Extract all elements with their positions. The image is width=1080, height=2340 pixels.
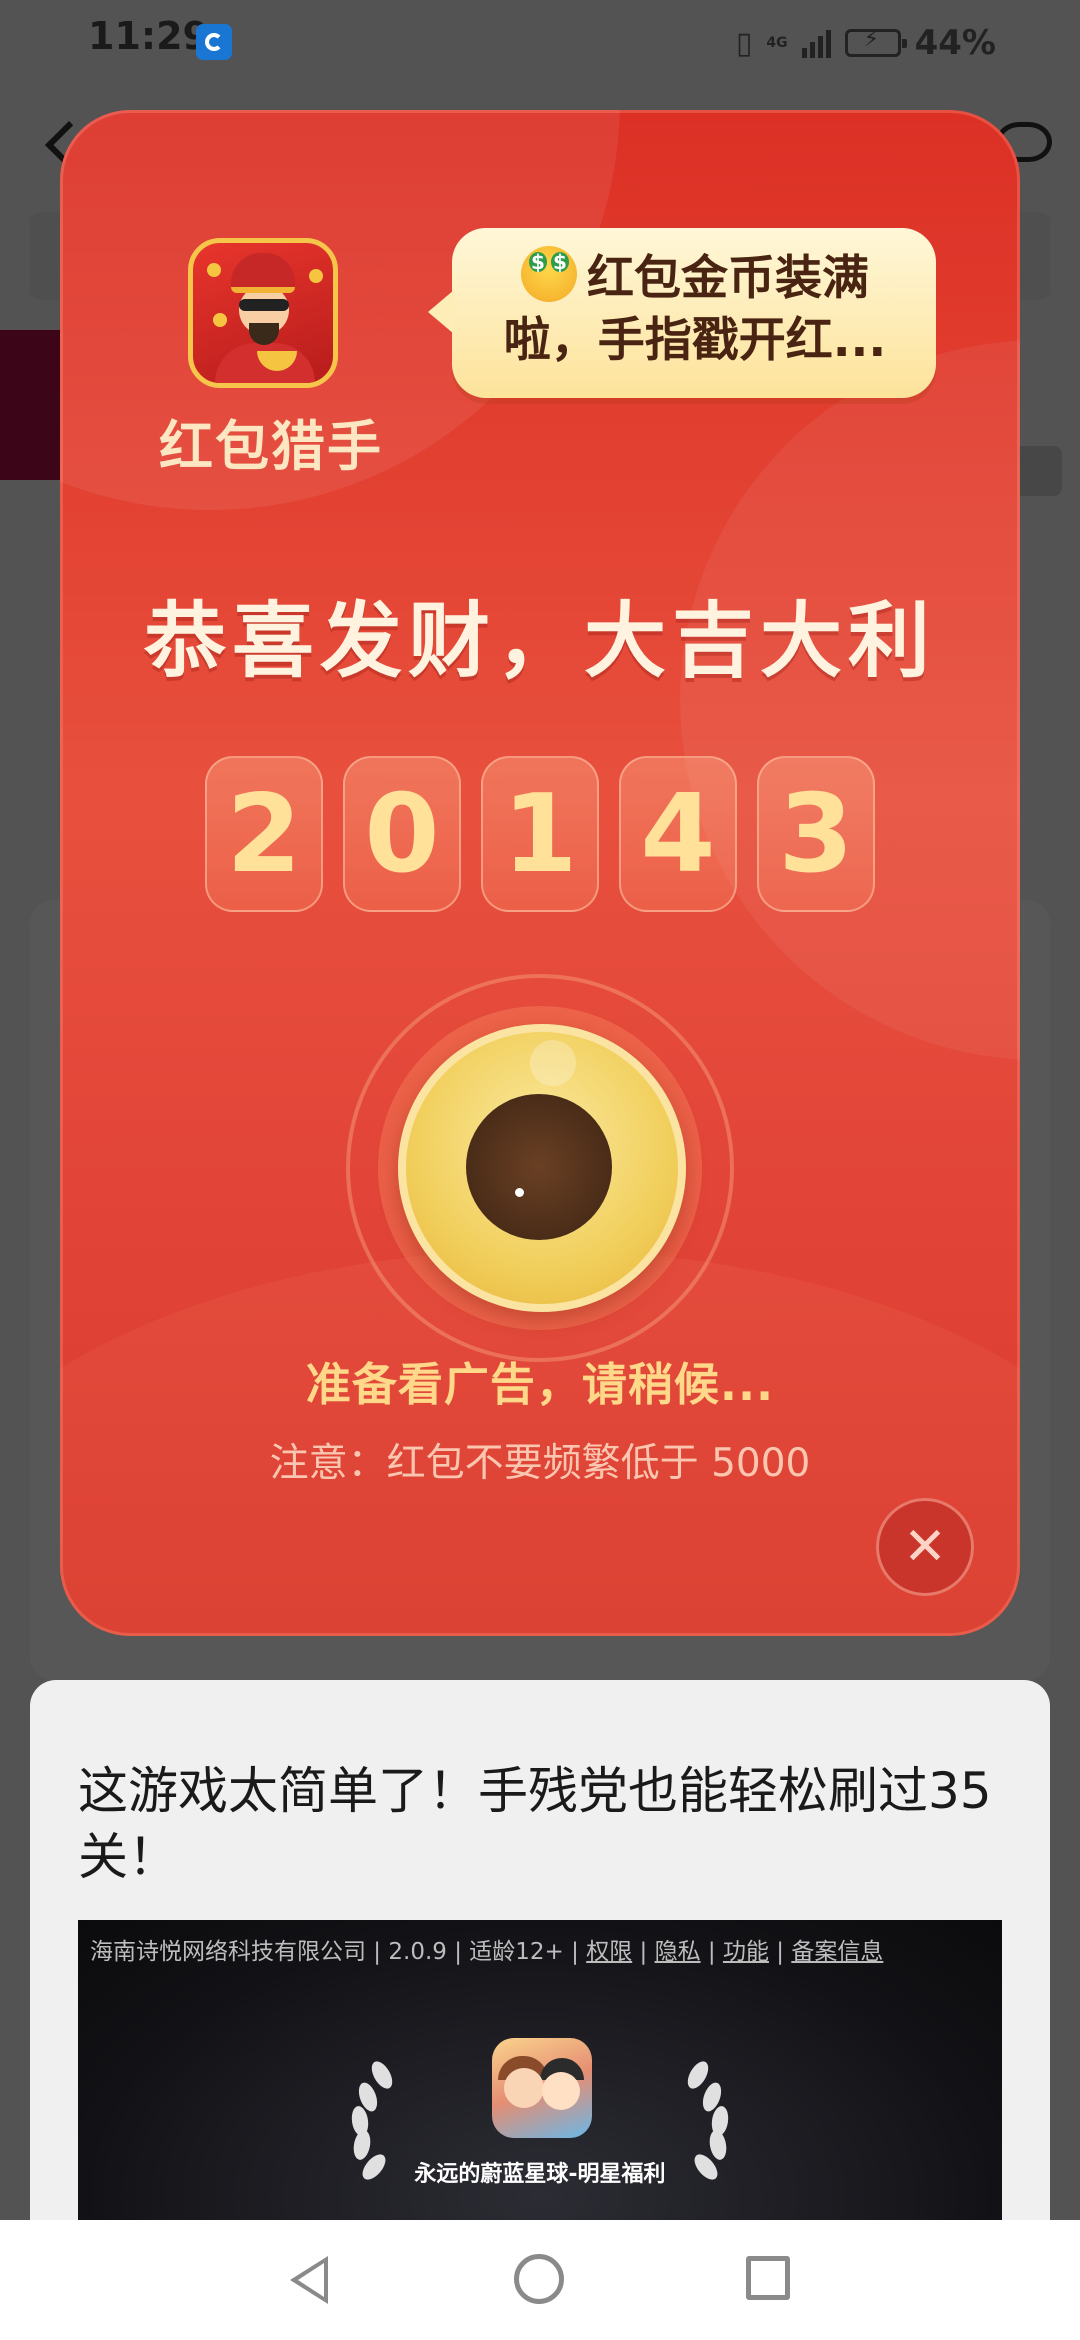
coin-dot	[515, 1188, 524, 1197]
network-type: 4G	[766, 35, 788, 51]
coin-shine	[530, 1040, 576, 1086]
close-icon: ✕	[903, 1517, 947, 1577]
loading-text: 准备看广告，请稍候...	[305, 1358, 775, 1411]
close-button[interactable]: ✕	[876, 1498, 974, 1596]
status-time: 11:29	[88, 14, 209, 58]
app-logo-icon	[188, 238, 338, 388]
status-bar: 11:29 ▯ 4G ⚡ 44%	[0, 0, 1080, 86]
bubble-tail	[428, 290, 454, 334]
status-indicators: ▯ 4G ⚡ 44%	[736, 18, 996, 68]
counter-digit: 0	[343, 756, 461, 912]
home-icon[interactable]	[514, 2254, 564, 2304]
vibrate-icon: ▯	[735, 25, 753, 61]
battery-percent: 44%	[914, 23, 996, 63]
counter-digit: 4	[619, 756, 737, 912]
app-name: 红包猎手	[159, 415, 383, 478]
app-notification-icon	[196, 24, 232, 60]
decor-circle	[680, 340, 1020, 1060]
ad-company: 海南诗悦网络科技有限公司 | 2.0.9 | 适龄12+ |	[90, 1939, 587, 1965]
ad-link-permissions[interactable]: 权限	[586, 1939, 632, 1965]
speech-bubble: 红包金币装满啦，手指戳开红...	[428, 228, 936, 398]
red-packet-dialog: 红包猎手 红包金币装满啦，手指戳开红... 恭喜发财，大吉大利 2 0 1 4 …	[60, 110, 1020, 1636]
ad-link-privacy[interactable]: 隐私	[655, 1939, 701, 1965]
ad-link-features[interactable]: 功能	[723, 1939, 769, 1965]
coin-center-icon	[466, 1094, 612, 1240]
back-icon[interactable]	[290, 2256, 328, 2304]
counter-digit: 2	[205, 756, 323, 912]
ad-link-filing[interactable]: 备案信息	[791, 1939, 883, 1965]
money-face-icon	[521, 246, 577, 302]
ad-title[interactable]: 这游戏太简单了！手残党也能轻松刷过35关！	[78, 1758, 1038, 1890]
battery-charging-icon: ⚡	[844, 27, 907, 57]
headline: 恭喜发财，大吉大利	[143, 594, 936, 689]
game-icon[interactable]	[492, 2038, 592, 2138]
bubble-message: 红包金币装满啦，手指戳开红...	[482, 246, 908, 370]
navigation-bar	[0, 2220, 1080, 2340]
ad-info: 海南诗悦网络科技有限公司 | 2.0.9 | 适龄12+ | 权限 | 隐私 |…	[90, 1939, 884, 1965]
counter-digit: 3	[757, 756, 875, 912]
game-name: 永远的蔚蓝星球-明星福利	[414, 2162, 666, 2187]
coin-counter: 2 0 1 4 3	[204, 756, 876, 912]
notice-text: 注意：红包不要频繁低于 5000	[269, 1441, 811, 1486]
signal-icon	[801, 28, 831, 58]
counter-digit: 1	[481, 756, 599, 912]
recent-apps-icon[interactable]	[746, 2256, 790, 2300]
